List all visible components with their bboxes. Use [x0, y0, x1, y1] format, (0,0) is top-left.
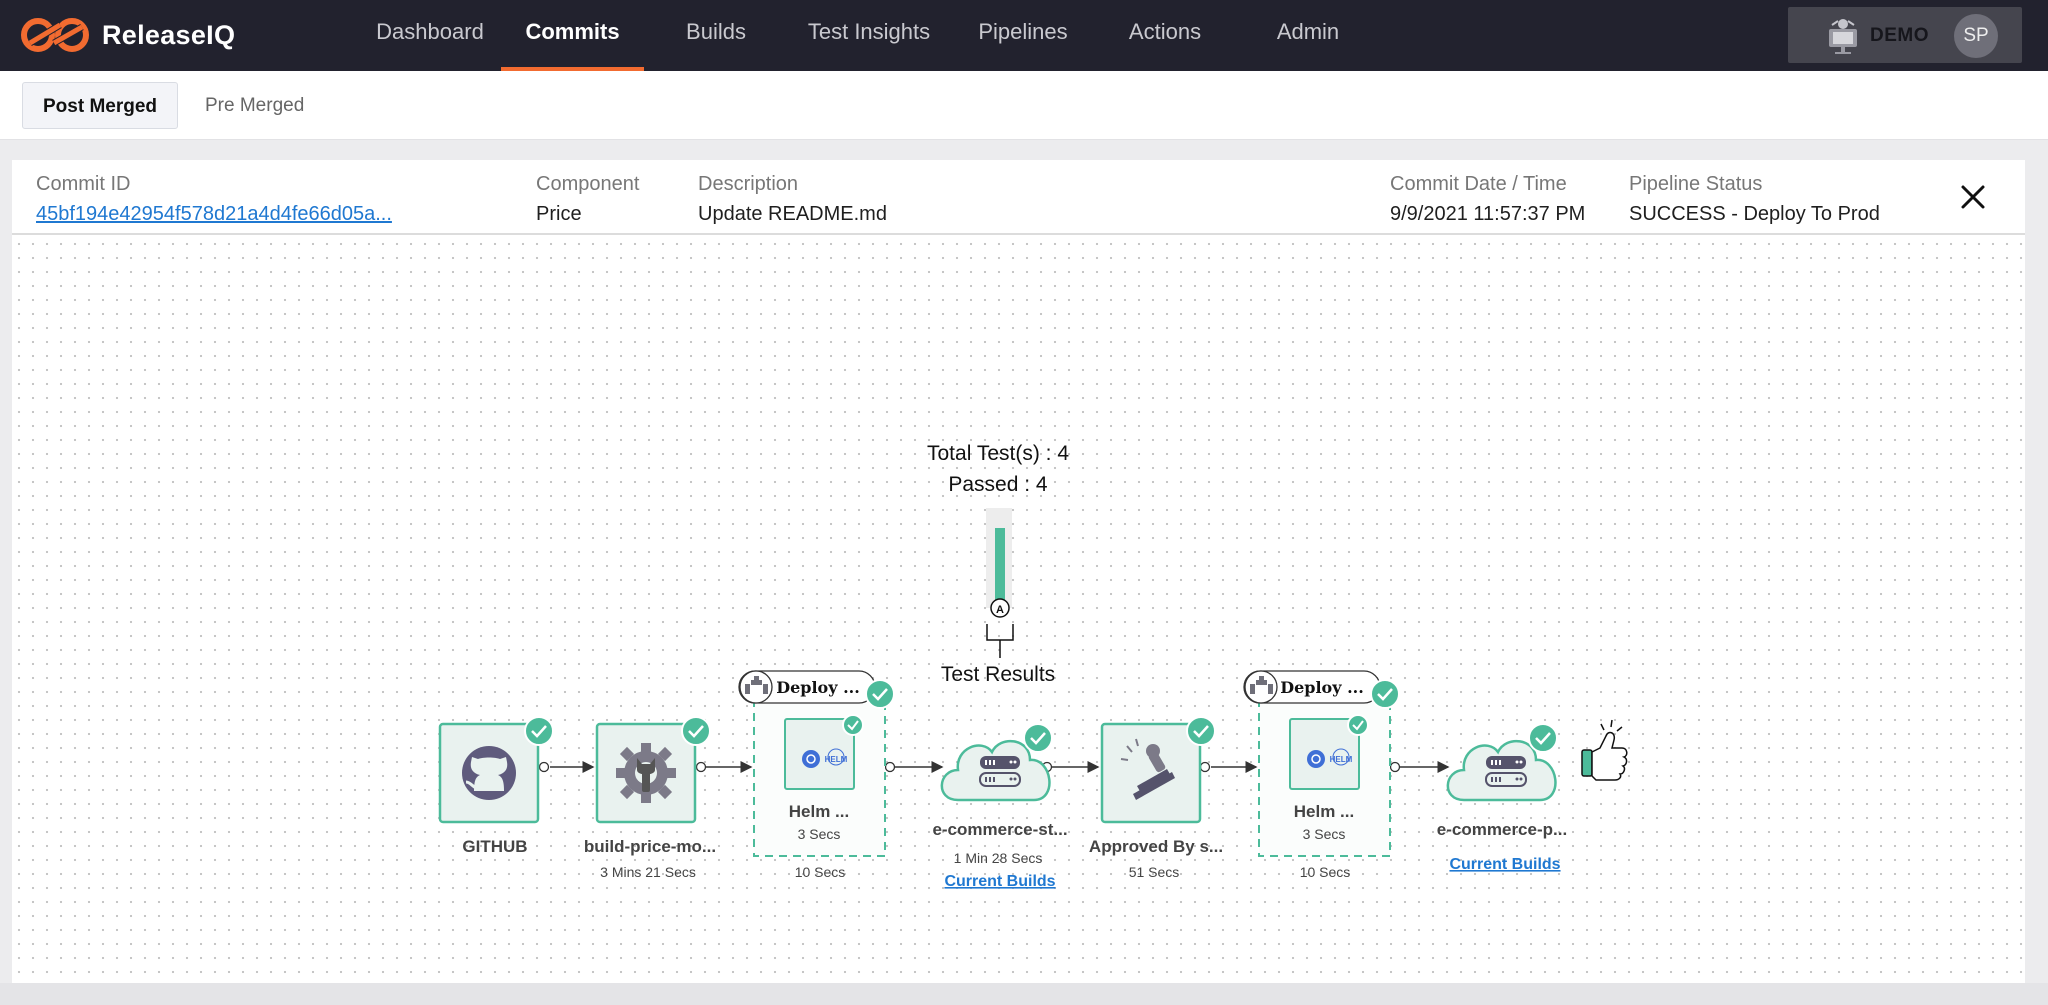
build-node-duration: 3 Mins 21 Secs	[600, 864, 696, 880]
environment-node-production[interactable]: e-commerce-p... Current Builds	[1437, 723, 1567, 873]
deploy-group-duration: 10 Secs	[1300, 864, 1351, 880]
pipeline-diagram: Total Test(s) : 4 Passed : 4 A Test Resu…	[438, 442, 1628, 890]
connector-port	[695, 761, 707, 773]
test-progress-fill	[995, 528, 1005, 608]
passed-tests-text: Passed : 4	[948, 473, 1048, 496]
pipeline-success-thumbs-up-icon	[1581, 719, 1628, 781]
test-results-widget[interactable]: Total Test(s) : 4 Passed : 4 A Test Resu…	[927, 442, 1069, 686]
connector-port	[1199, 761, 1211, 773]
success-check-icon	[1347, 714, 1369, 736]
approval-node-duration: 51 Secs	[1129, 864, 1180, 880]
success-check-icon	[865, 679, 895, 709]
connector-port	[538, 761, 550, 773]
success-check-icon	[1023, 723, 1053, 753]
test-results-label: Test Results	[941, 663, 1055, 686]
helm-node-duration: 3 Secs	[798, 826, 841, 842]
environment-node-label: e-commerce-p...	[1437, 820, 1567, 839]
connector-port	[884, 761, 896, 773]
helm-node-label: Helm ...	[789, 802, 849, 821]
total-tests-text: Total Test(s) : 4	[927, 442, 1069, 465]
environment-node-staging[interactable]: e-commerce-st... 1 Min 28 Secs Current B…	[932, 723, 1068, 890]
github-node-label: GITHUB	[462, 837, 527, 856]
current-builds-link[interactable]: Current Builds	[944, 873, 1055, 890]
success-check-icon	[524, 716, 554, 746]
success-check-icon	[1186, 716, 1216, 746]
deploy-group-title: Deploy ...	[1280, 678, 1364, 697]
test-results-bracket	[986, 624, 1014, 658]
success-check-icon	[681, 716, 711, 746]
build-gear-wrench-icon	[616, 743, 676, 803]
build-node[interactable]: build-price-mo... 3 Mins 21 Secs	[584, 716, 716, 880]
approval-node-box	[1100, 722, 1202, 824]
success-check-icon	[1528, 723, 1558, 753]
deploy-group-2[interactable]: Deploy ... HELM Helm ... 3 Secs 10 Secs	[1243, 670, 1400, 880]
approval-node-label: Approved By s...	[1089, 837, 1223, 856]
success-check-icon	[1370, 679, 1400, 709]
environment-node-label: e-commerce-st...	[932, 820, 1067, 839]
build-node-label: build-price-mo...	[584, 837, 716, 856]
environment-node-duration: 1 Min 28 Secs	[954, 850, 1043, 866]
success-check-icon	[842, 714, 864, 736]
quality-gate-letter: A	[996, 604, 1004, 616]
connector-port	[1389, 761, 1401, 773]
deploy-group-title: Deploy ...	[776, 678, 860, 697]
github-icon	[462, 746, 516, 800]
deploy-group-duration: 10 Secs	[795, 864, 846, 880]
github-source-node[interactable]: GITHUB	[438, 716, 554, 856]
approval-node[interactable]: Approved By s... 51 Secs	[1089, 716, 1223, 880]
helm-node-label: Helm ...	[1294, 802, 1354, 821]
deploy-group-1[interactable]: Deploy ... HELM Helm ... 3 Secs 10 Secs	[738, 670, 895, 880]
helm-node-duration: 3 Secs	[1303, 826, 1346, 842]
current-builds-link[interactable]: Current Builds	[1449, 856, 1560, 873]
